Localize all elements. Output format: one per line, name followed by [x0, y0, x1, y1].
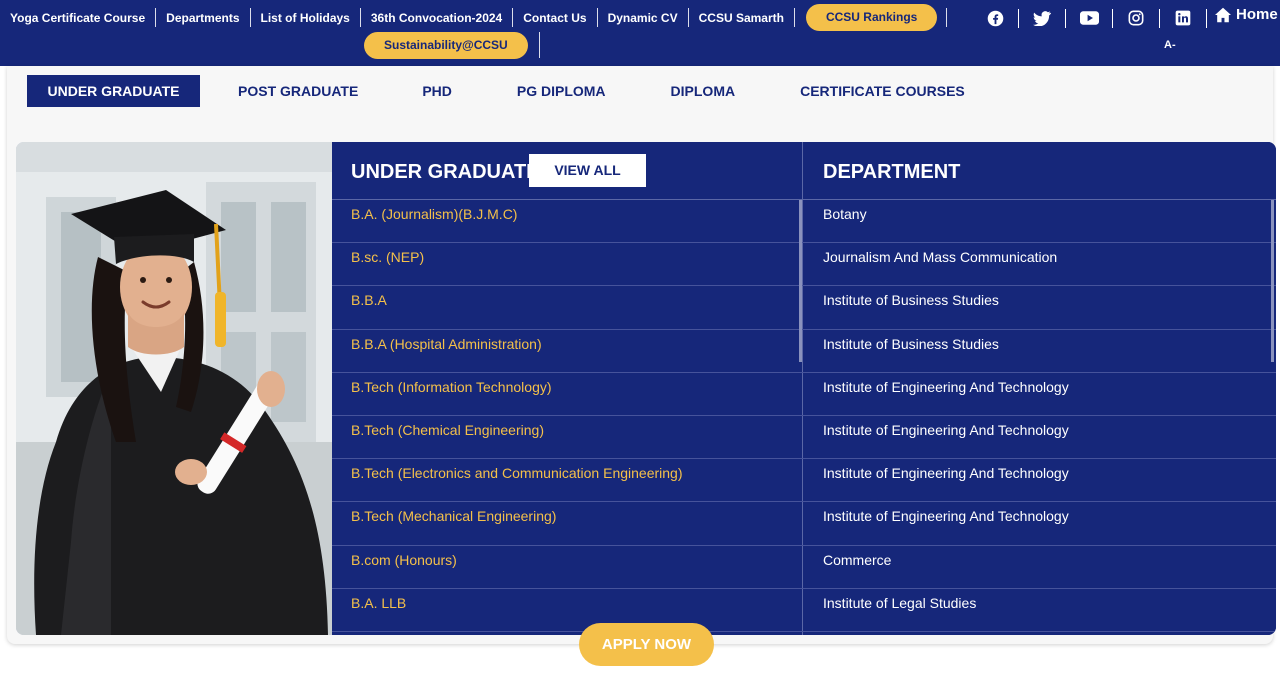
nav-link-contact[interactable]: Contact Us	[513, 11, 596, 25]
programs-rows: B.A. (Journalism)(B.J.M.C) Botany B.sc. …	[332, 200, 1276, 633]
nav-separator	[155, 8, 157, 27]
social-links	[984, 5, 1219, 31]
department-cell: Journalism And Mass Communication	[823, 249, 1058, 266]
course-link[interactable]: B.A. LLB	[351, 595, 406, 611]
nav-link-yoga-certificate[interactable]: Yoga Certificate Course	[0, 11, 155, 25]
course-link[interactable]: B.com (Honours)	[351, 552, 457, 568]
font-size-decrease-button[interactable]: A-	[1164, 39, 1176, 51]
graduate-student-photo	[16, 142, 332, 635]
rankings-button[interactable]: CCSU Rankings	[805, 4, 938, 31]
instagram-icon[interactable]	[1125, 7, 1147, 29]
department-cell: Institute of Legal Studies	[823, 594, 977, 611]
course-link[interactable]: B.sc. (NEP)	[351, 249, 424, 265]
course-link[interactable]: B.B.A	[351, 292, 387, 308]
course-link[interactable]: B.Tech (Electronics and Communication En…	[351, 465, 683, 481]
tab-post-graduate[interactable]: POST GRADUATE	[238, 75, 358, 107]
nav-separator	[359, 8, 361, 27]
nav-separator	[538, 32, 540, 58]
table-row: B.Tech (Information Technology) Institut…	[332, 373, 1276, 417]
program-level-tabs: UNDER GRADUATE POST GRADUATE PHD PG DIPL…	[27, 75, 965, 107]
table-row: B.A. (Journalism)(B.J.M.C) Botany	[332, 200, 1276, 244]
table-row: B.Tech (Electronics and Communication En…	[332, 459, 1276, 503]
home-label: Home	[1236, 6, 1278, 23]
table-row: B.com (Honours) Commerce	[332, 546, 1276, 589]
department-cell: Botany	[823, 206, 867, 222]
programs-heading: UNDER GRADUATE	[351, 161, 540, 183]
course-link[interactable]: B.A. (Journalism)(B.J.M.C)	[351, 206, 517, 222]
top-nav-row-2: Sustainability@CCSU	[364, 31, 540, 59]
department-cell: Institute of Engineering And Technology	[823, 421, 1069, 438]
courses-scrollbar[interactable]	[799, 200, 802, 362]
course-link[interactable]: B.Tech (Mechanical Engineering)	[351, 508, 556, 524]
programs-card: UNDER GRADUATE VIEW ALL DEPARTMENT B.A. …	[16, 142, 1276, 635]
nav-separator	[596, 8, 598, 27]
twitter-icon[interactable]	[1031, 7, 1053, 29]
youtube-icon[interactable]	[1078, 7, 1100, 29]
view-all-button[interactable]: VIEW ALL	[529, 154, 646, 187]
department-cell: Institute of Business Studies	[823, 335, 999, 352]
department-cell: Institute of Engineering And Technology	[823, 378, 1069, 395]
facebook-icon[interactable]	[984, 7, 1006, 29]
linkedin-icon[interactable]	[1172, 7, 1194, 29]
social-separator	[1206, 8, 1207, 28]
social-separator	[1159, 8, 1160, 28]
home-link[interactable]: Home	[1214, 6, 1278, 23]
table-row: B.B.A Institute of Business Studies	[332, 286, 1276, 330]
programs-table: UNDER GRADUATE VIEW ALL DEPARTMENT B.A. …	[332, 142, 1276, 635]
department-cell: Institute of Business Studies	[823, 292, 999, 309]
course-link[interactable]: B.Tech (Chemical Engineering)	[351, 422, 544, 438]
department-heading: DEPARTMENT	[823, 161, 961, 183]
top-nav-links: Yoga Certificate Course Departments List…	[0, 4, 948, 31]
nav-separator	[687, 8, 689, 27]
tab-phd[interactable]: PHD	[422, 75, 452, 107]
department-cell: Commerce	[823, 551, 892, 568]
home-icon	[1215, 7, 1231, 22]
table-row: B.B.A (Hospital Administration) Institut…	[332, 330, 1276, 373]
sustainability-button[interactable]: Sustainability@CCSU	[364, 31, 528, 59]
nav-separator	[249, 8, 251, 27]
tab-pg-diploma[interactable]: PG DIPLOMA	[517, 75, 606, 107]
apply-now-button[interactable]: APPLY NOW	[579, 623, 714, 666]
social-separator	[1018, 8, 1019, 28]
tab-certificate-courses[interactable]: CERTIFICATE COURSES	[800, 75, 965, 107]
social-separator	[1112, 8, 1113, 28]
nav-link-holidays[interactable]: List of Holidays	[251, 11, 360, 25]
tab-diploma[interactable]: DIPLOMA	[671, 75, 736, 107]
nav-link-dynamic-cv[interactable]: Dynamic CV	[598, 11, 688, 25]
department-cell: Institute of Engineering And Technology	[823, 508, 1069, 525]
tab-under-graduate[interactable]: UNDER GRADUATE	[27, 75, 200, 107]
nav-separator	[946, 8, 948, 27]
table-row: B.A. LLB Institute of Legal Studies	[332, 589, 1276, 633]
course-link[interactable]: B.B.A (Hospital Administration)	[351, 336, 542, 352]
table-row: B.Tech (Chemical Engineering) Institute …	[332, 416, 1276, 460]
nav-link-convocation[interactable]: 36th Convocation-2024	[361, 11, 512, 25]
nav-link-departments[interactable]: Departments	[156, 11, 249, 25]
top-navbar: Yoga Certificate Course Departments List…	[0, 0, 1280, 66]
table-row: B.Tech (Mechanical Engineering) Institut…	[332, 502, 1276, 546]
course-link[interactable]: B.Tech (Information Technology)	[351, 379, 552, 395]
social-separator	[1065, 8, 1066, 28]
nav-link-samarth[interactable]: CCSU Samarth	[689, 11, 794, 25]
departments-scrollbar[interactable]	[1271, 200, 1274, 362]
nav-separator	[512, 8, 514, 27]
department-cell: Institute of Engineering And Technology	[823, 465, 1069, 482]
table-row: B.sc. (NEP) Journalism And Mass Communic…	[332, 243, 1276, 287]
nav-separator	[793, 8, 795, 27]
